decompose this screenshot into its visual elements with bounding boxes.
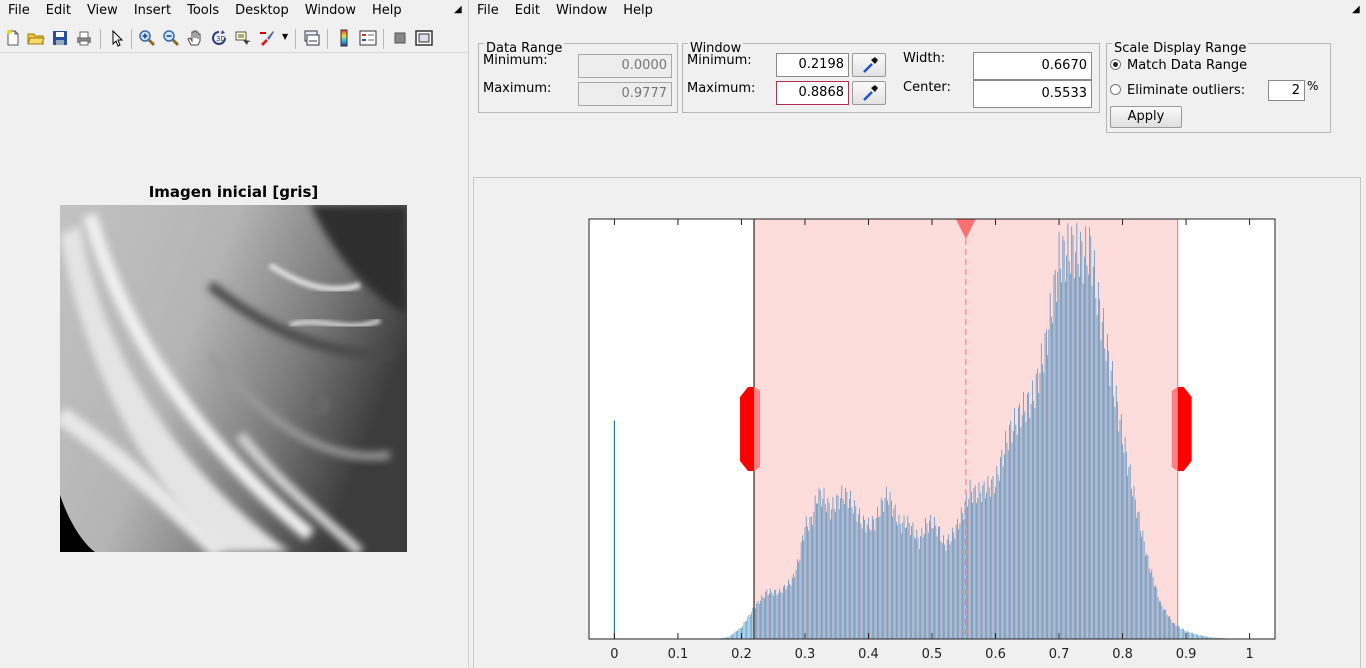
undock-arrow-icon[interactable]: ◢: [454, 4, 462, 15]
eyedropper-icon: [863, 57, 878, 73]
menu-help[interactable]: Help: [364, 0, 410, 22]
x-tick-label: 0.3: [795, 647, 816, 662]
print-icon[interactable]: [75, 29, 93, 47]
menu-edit-right[interactable]: Edit: [507, 0, 548, 22]
window-max-pick-button[interactable]: [852, 81, 886, 105]
x-tick-label: 0.2: [731, 647, 752, 662]
window-min-pick-button[interactable]: [852, 53, 886, 77]
window-min-label: Minimum:: [687, 53, 752, 68]
brush-icon[interactable]: [258, 29, 276, 47]
data-range-min-field: 0.0000: [578, 54, 672, 78]
scale-display-title: Scale Display Range: [1112, 41, 1249, 56]
x-tick-label: 0.1: [668, 647, 689, 662]
x-tick-label: 0.9: [1176, 647, 1197, 662]
pan-icon[interactable]: [186, 29, 204, 47]
x-tick-label: 0.8: [1112, 647, 1133, 662]
menu-view[interactable]: View: [79, 0, 126, 22]
menu-insert[interactable]: Insert: [126, 0, 179, 22]
menu-window-right[interactable]: Window: [548, 0, 615, 22]
legend-icon[interactable]: [359, 29, 377, 47]
brush-dropdown-icon[interactable]: ▼: [282, 32, 288, 41]
data-range-min-label: Minimum:: [483, 53, 548, 68]
x-tick-label: 0.7: [1049, 647, 1070, 662]
window-min-handle-left: [740, 387, 755, 471]
histogram-chart: 0 0.1 0.2 0.3 0.4 0.5 0.6 0.7 0.8 0.9 1: [588, 218, 1276, 662]
colorbar-icon[interactable]: [335, 29, 353, 47]
x-tick-label: 1: [1245, 647, 1253, 662]
window-center-field[interactable]: 0.5533: [973, 80, 1092, 108]
window-max-handle-inner: [1171, 387, 1178, 471]
open-folder-icon[interactable]: [27, 29, 45, 47]
show-plot-tools-icon[interactable]: [415, 29, 433, 47]
menu-desktop[interactable]: Desktop: [227, 0, 297, 22]
pointer-icon[interactable]: [108, 29, 126, 47]
data-cursor-icon[interactable]: [234, 29, 252, 47]
undock-arrow-icon-right[interactable]: ◢: [1352, 4, 1360, 15]
save-icon[interactable]: [51, 29, 69, 47]
zoom-in-icon[interactable]: [138, 29, 156, 47]
menu-edit[interactable]: Edit: [38, 0, 79, 22]
window-width-label: Width:: [903, 51, 946, 66]
hide-plot-tools-icon[interactable]: [391, 29, 409, 47]
eyedropper-icon: [863, 85, 878, 101]
window-divider: [468, 0, 469, 667]
window-max-handle-right: [1177, 387, 1192, 471]
window-min-field[interactable]: 0.2198: [776, 53, 849, 77]
link-plot-icon[interactable]: [303, 29, 321, 47]
match-data-range-label[interactable]: Match Data Range: [1127, 58, 1247, 73]
menu-file[interactable]: File: [0, 0, 38, 22]
eliminate-outliers-label[interactable]: Eliminate outliers:: [1127, 83, 1245, 98]
figure-title: Imagen inicial [gris]: [148, 183, 319, 201]
x-tick-label: 0: [610, 647, 618, 662]
new-file-icon[interactable]: [4, 29, 22, 47]
match-data-range-radio[interactable]: [1110, 59, 1121, 70]
data-range-max-field: 0.9777: [578, 82, 672, 106]
window-max-field[interactable]: 0.8868: [776, 81, 849, 105]
percent-label: %: [1307, 79, 1319, 93]
data-range-max-label: Maximum:: [483, 81, 552, 96]
right-menubar: File Edit Window Help: [469, 0, 1366, 22]
window-width-field[interactable]: 0.6670: [973, 52, 1092, 80]
window-center-label: Center:: [903, 80, 951, 95]
outlier-percent-field[interactable]: 2: [1268, 80, 1305, 101]
window-max-label: Maximum:: [687, 81, 756, 96]
left-menubar: File Edit View Insert Tools Desktop Wind…: [0, 0, 466, 22]
eliminate-outliers-radio[interactable]: [1110, 84, 1121, 95]
menu-help-right[interactable]: Help: [615, 0, 661, 22]
left-toolbar-divider: [0, 52, 468, 53]
window-min-handle-inner: [754, 387, 761, 471]
x-tick-label: 0.4: [858, 647, 879, 662]
apply-button[interactable]: Apply: [1110, 106, 1182, 128]
svg-text:3D: 3D: [216, 35, 226, 43]
menu-tools[interactable]: Tools: [179, 0, 227, 22]
menu-file-right[interactable]: File: [469, 0, 507, 22]
x-tick-label: 0.6: [985, 647, 1006, 662]
rotate-3d-icon[interactable]: 3D: [210, 29, 228, 47]
zoom-out-icon[interactable]: [162, 29, 180, 47]
x-tick-label: 0.5: [922, 647, 943, 662]
menu-window[interactable]: Window: [297, 0, 364, 22]
jupiter-grayscale-image: [60, 205, 407, 552]
